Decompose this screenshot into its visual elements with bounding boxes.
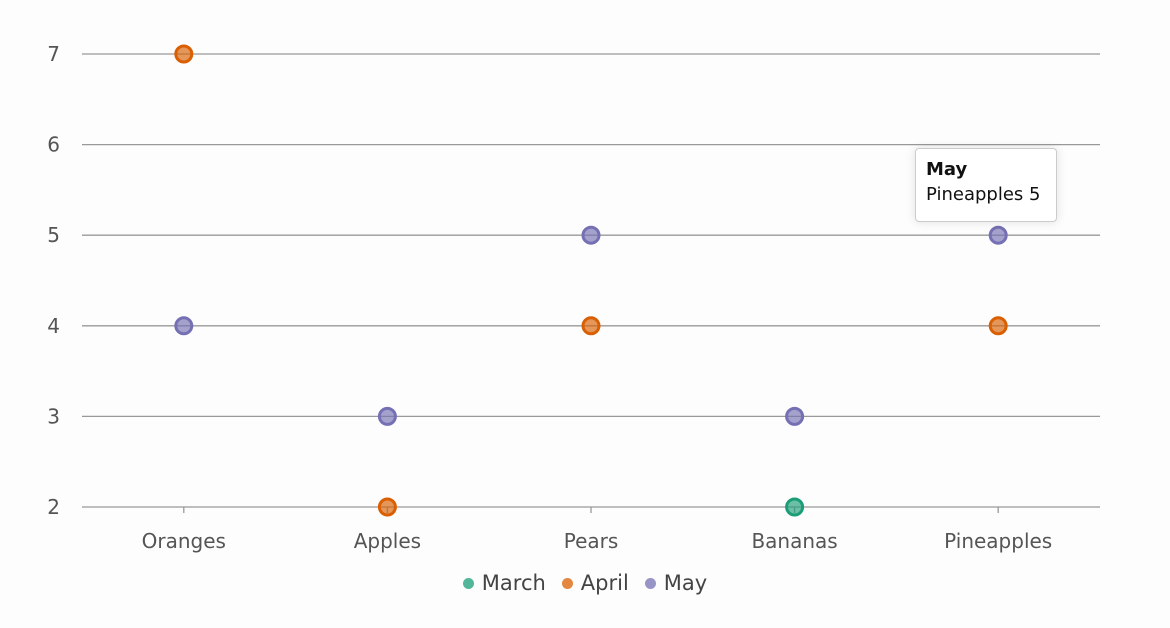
data-point-may (581, 225, 601, 245)
legend-marker-icon (644, 577, 656, 589)
legend-label: May (663, 571, 708, 595)
x-tick-label: Bananas (751, 529, 837, 553)
x-tick-label: Pineapples (944, 529, 1052, 553)
data-point-april (174, 44, 194, 64)
y-tick-label: 7 (47, 42, 60, 66)
scatter-chart: 2 3 4 5 6 7 Oranges Apples Pears Bananas Pineapple… (47, 42, 1100, 553)
legend-marker-icon (462, 577, 474, 589)
data-point-april (377, 497, 397, 517)
legend-label: March (481, 571, 546, 595)
tooltip-text: Pineapples 5 (926, 184, 1041, 205)
y-tick-label: 5 (47, 223, 60, 247)
data-point-april (581, 316, 601, 336)
data-point-may (785, 406, 805, 426)
data-point-may (988, 225, 1008, 245)
data-point-april (988, 316, 1008, 336)
legend-item-march[interactable]: March (462, 571, 546, 595)
y-tick-label: 4 (47, 314, 60, 338)
legend-item-april[interactable]: April (561, 571, 629, 595)
legend-label: April (580, 571, 629, 595)
data-point-may (174, 316, 194, 336)
legend-item-may[interactable]: May (644, 571, 708, 595)
x-tick-label: Pears (564, 529, 619, 553)
x-tick-label: Apples (354, 529, 421, 553)
tooltip-title: May (926, 159, 968, 180)
legend: March April May (0, 571, 1170, 595)
y-tick-label: 6 (47, 133, 60, 157)
data-point-may (377, 406, 397, 426)
legend-marker-icon (561, 577, 573, 589)
x-tick-label: Oranges (142, 529, 226, 553)
y-tick-label: 2 (47, 495, 60, 519)
tooltip: May Pineapples 5 (915, 148, 1057, 222)
y-tick-label: 3 (47, 404, 60, 428)
data-point-march (785, 497, 805, 517)
